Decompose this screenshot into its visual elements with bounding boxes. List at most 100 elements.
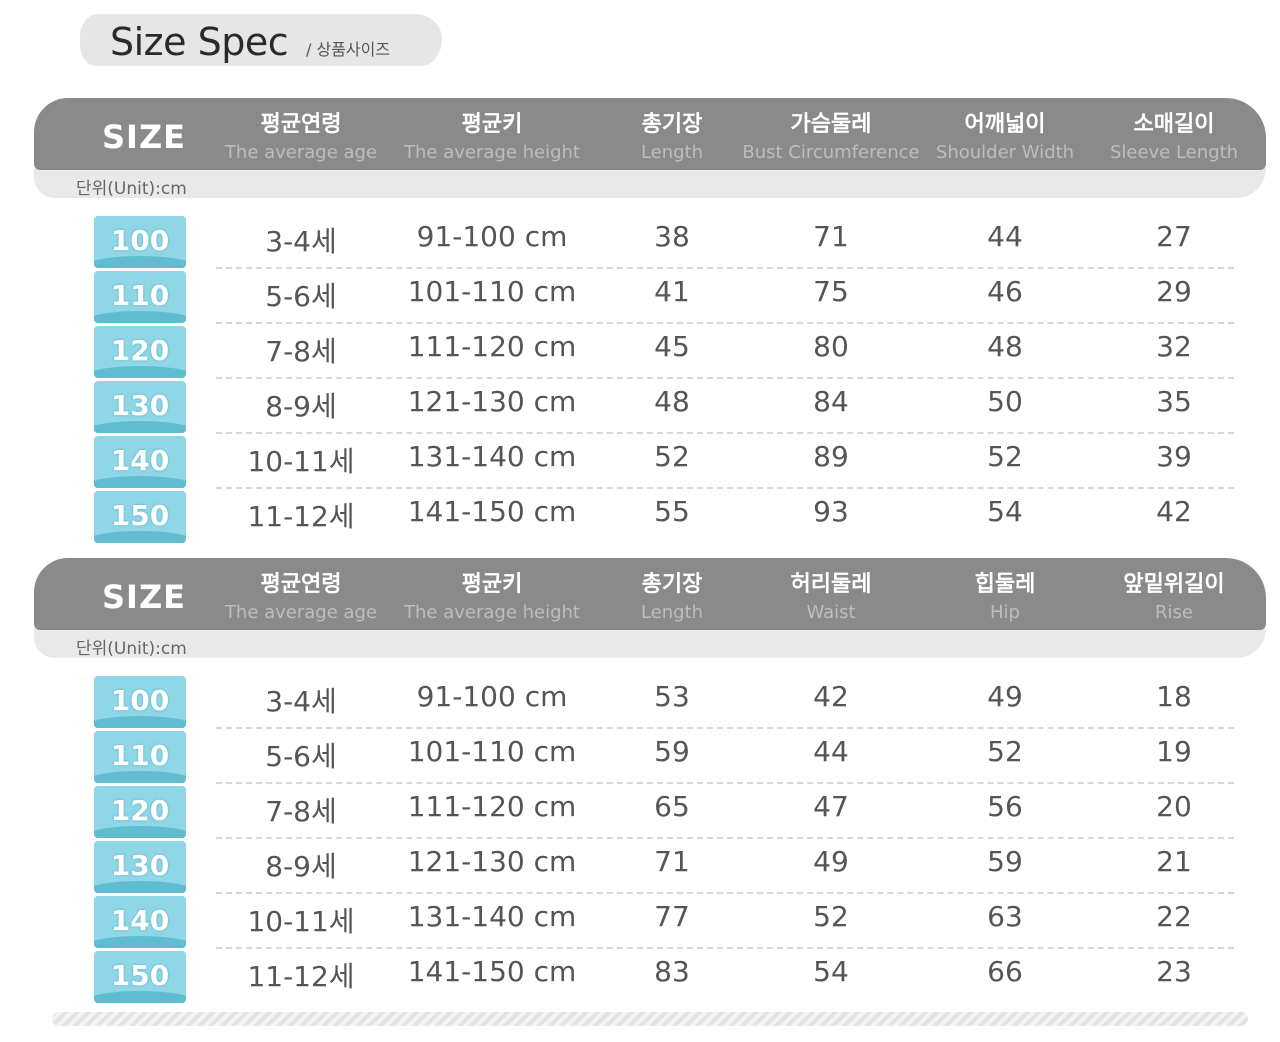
table-cell: 11-12세 (247, 500, 355, 533)
bottom-divider-band (52, 1012, 1248, 1026)
row-divider (216, 487, 1234, 489)
size-badge: 100 (94, 216, 186, 268)
column-header: 평균연령 The average age (211, 566, 391, 623)
table-cell: 49 (987, 680, 1023, 713)
table-cell: 10-11세 (247, 445, 355, 478)
table-row: 110 5-6세 101-110 cm 41 75 46 29 (34, 271, 1266, 326)
column-header-korean: 어깨넓이 (964, 112, 1046, 137)
column-header: 앞밑위길이 Rise (1094, 566, 1254, 623)
table-cell: 83 (654, 955, 690, 988)
table-cell: 93 (813, 495, 849, 528)
table-cell: 22 (1156, 900, 1192, 933)
table-cell: 50 (987, 385, 1023, 418)
table-cell: 71 (813, 220, 849, 253)
table-cell: 121-130 cm (407, 845, 577, 878)
table-row: 100 3-4세 91-100 cm 38 71 44 27 (34, 216, 1266, 271)
title-sub: / 상품사이즈 (306, 40, 391, 59)
column-header-korean: 힙둘레 (974, 572, 1036, 597)
table-cell: 5-6세 (265, 740, 337, 773)
table-cell: 59 (654, 735, 690, 768)
table-cell: 52 (987, 440, 1023, 473)
row-divider (216, 322, 1234, 324)
table-cell: 52 (813, 900, 849, 933)
size-badge-label: 120 (110, 794, 170, 827)
column-header-korean: 평균연령 (260, 572, 342, 597)
column-header-english: Length (640, 602, 704, 623)
column-header-korean: 허리둘레 (790, 572, 872, 597)
size-badge-label: 120 (110, 334, 170, 367)
table-cell: 54 (813, 955, 849, 988)
size-column-header: SIZE (102, 118, 187, 156)
size-badge-label: 110 (110, 739, 170, 772)
table-row: 110 5-6세 101-110 cm 59 44 52 19 (34, 731, 1266, 786)
column-header: 허리둘레 Waist (731, 566, 931, 623)
row-divider (216, 377, 1234, 379)
column-header: 평균키 The average height (392, 106, 592, 163)
column-header: 평균키 The average height (392, 566, 592, 623)
size-badge: 110 (94, 731, 186, 783)
table-cell: 80 (813, 330, 849, 363)
table-cell: 29 (1156, 275, 1192, 308)
size-badge-label: 110 (110, 279, 170, 312)
column-header: 힙둘레 Hip (915, 566, 1095, 623)
table-cell: 52 (654, 440, 690, 473)
table-cell: 49 (813, 845, 849, 878)
table-cell: 8-9세 (265, 850, 337, 883)
row-divider (216, 727, 1234, 729)
size-badge: 150 (94, 491, 186, 543)
column-header-korean: 평균연령 (260, 112, 342, 137)
table-cell: 27 (1156, 220, 1192, 253)
column-header: 소매길이 Sleeve Length (1094, 106, 1254, 163)
size-table-1: SIZE 단위(Unit):cm 평균연령 The average age 평균키 The… (34, 98, 1266, 548)
table-cell: 101-110 cm (407, 735, 577, 768)
table-cell: 44 (813, 735, 849, 768)
table-cell: 131-140 cm (407, 900, 577, 933)
unit-label: 단위(Unit):cm (76, 179, 187, 199)
table-cell: 63 (987, 900, 1023, 933)
table-cell: 38 (654, 220, 690, 253)
table-row: 140 10-11세 131-140 cm 77 52 63 22 (34, 896, 1266, 951)
table-row: 100 3-4세 91-100 cm 53 42 49 18 (34, 676, 1266, 731)
table-cell: 42 (813, 680, 849, 713)
table-cell: 20 (1156, 790, 1192, 823)
column-header-english: Hip (990, 602, 1020, 623)
column-header-korean: 소매길이 (1133, 112, 1215, 137)
unit-label: 단위(Unit):cm (76, 639, 187, 659)
table-cell: 3-4세 (265, 685, 337, 718)
table-cell: 111-120 cm (407, 790, 577, 823)
column-header: 어깨넓이 Shoulder Width (915, 106, 1095, 163)
table-cell: 59 (987, 845, 1023, 878)
column-header-korean: 총기장 (641, 572, 703, 597)
table-cell: 52 (987, 735, 1023, 768)
column-header-english: Length (640, 142, 704, 163)
table-cell: 55 (654, 495, 690, 528)
table-cell: 19 (1156, 735, 1192, 768)
table-row: 120 7-8세 111-120 cm 45 80 48 32 (34, 326, 1266, 381)
table-row: 130 8-9세 121-130 cm 48 84 50 35 (34, 381, 1266, 436)
table-cell: 56 (987, 790, 1023, 823)
table-row: 130 8-9세 121-130 cm 71 49 59 21 (34, 841, 1266, 896)
row-divider (216, 837, 1234, 839)
column-header-english: Shoulder Width (935, 142, 1075, 163)
table-cell: 3-4세 (265, 225, 337, 258)
table-row: 120 7-8세 111-120 cm 65 47 56 20 (34, 786, 1266, 841)
title-main: Size Spec (110, 20, 289, 64)
column-header: 평균연령 The average age (211, 106, 391, 163)
row-divider (216, 892, 1234, 894)
size-badge: 110 (94, 271, 186, 323)
size-badge: 150 (94, 951, 186, 1003)
table-cell: 141-150 cm (407, 495, 577, 528)
table-cell: 47 (813, 790, 849, 823)
size-badge-label: 150 (110, 499, 170, 532)
size-badge-label: 130 (110, 389, 170, 422)
size-badge-label: 100 (110, 684, 170, 717)
table-cell: 75 (813, 275, 849, 308)
table-row: 150 11-12세 141-150 cm 83 54 66 23 (34, 951, 1266, 1006)
table-cell: 18 (1156, 680, 1192, 713)
table-cell: 39 (1156, 440, 1192, 473)
size-badge: 130 (94, 841, 186, 893)
table-cell: 42 (1156, 495, 1192, 528)
table-cell: 23 (1156, 955, 1192, 988)
column-header: 총기장 Length (612, 106, 732, 163)
table-cell: 141-150 cm (407, 955, 577, 988)
